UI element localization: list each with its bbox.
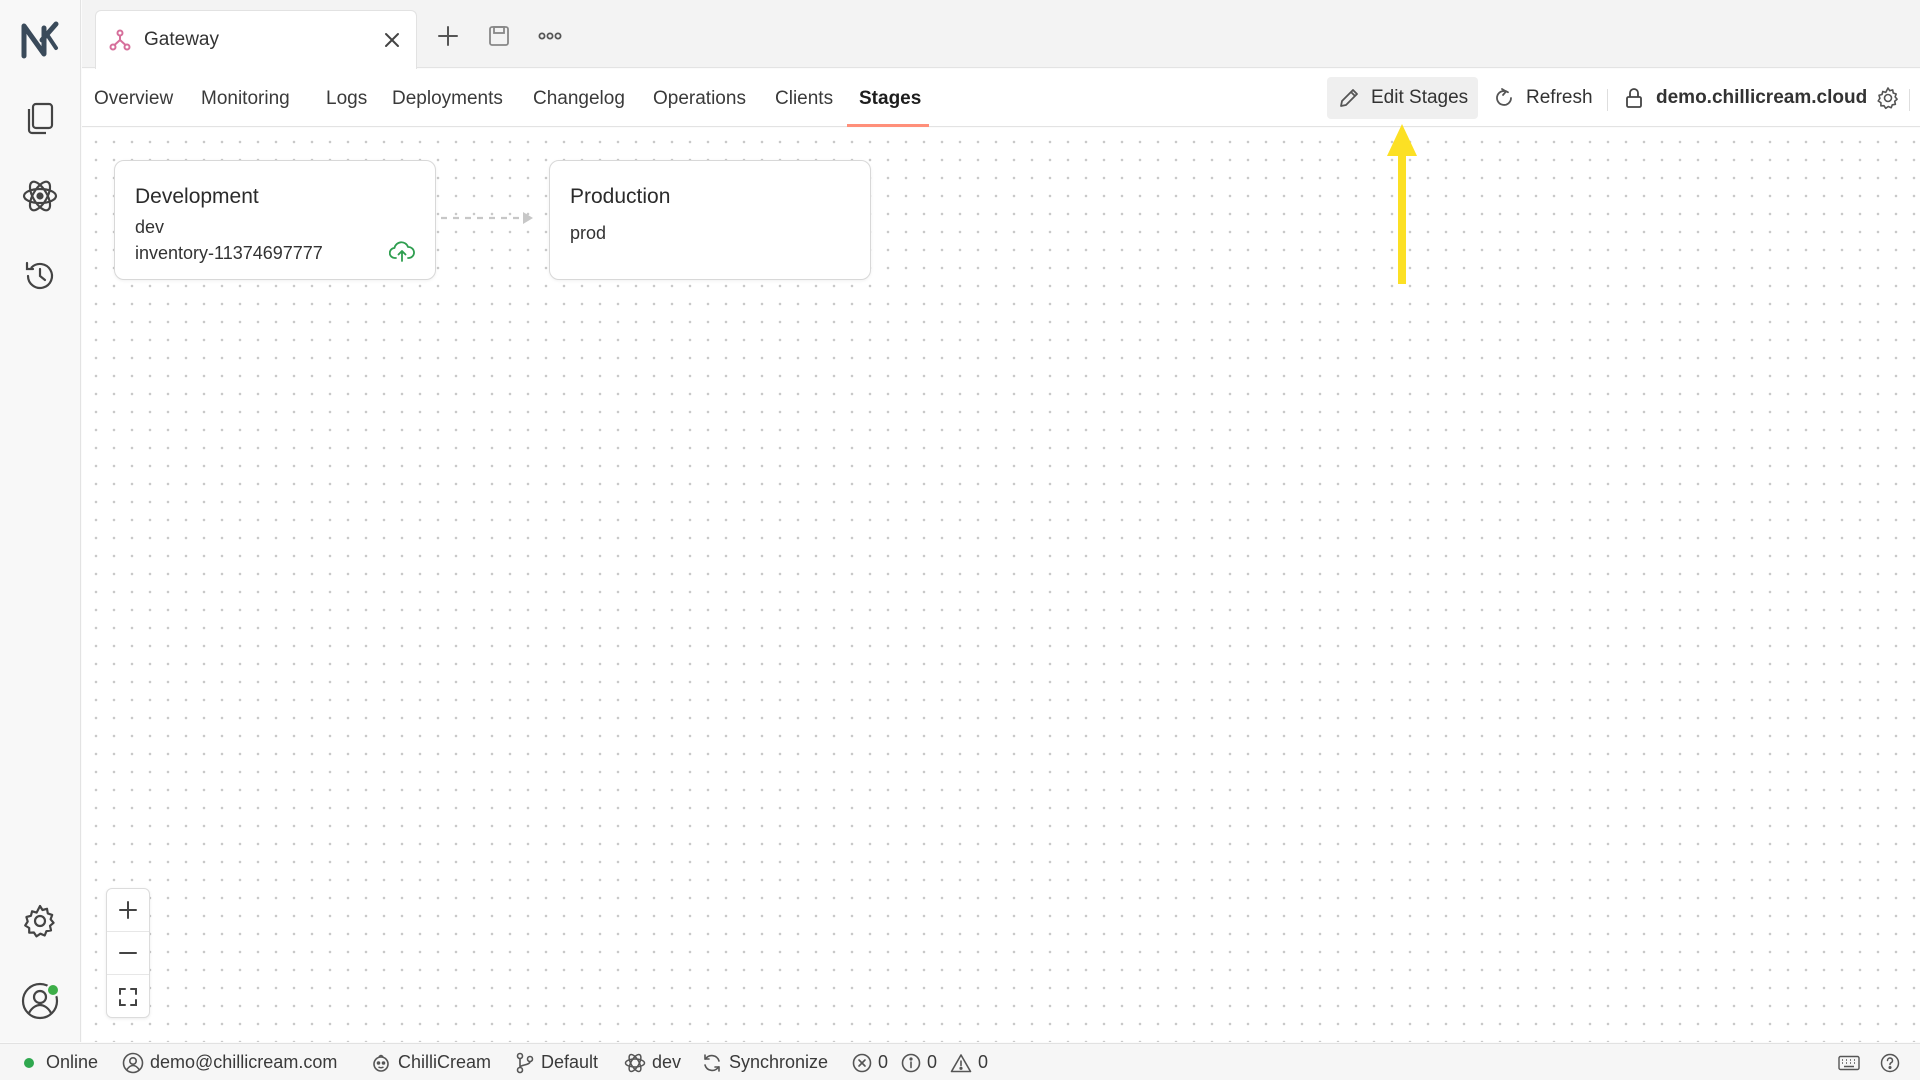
connection-status: Online <box>24 1044 98 1080</box>
tab-changelog[interactable]: Changelog <box>533 69 625 127</box>
user-email: demo@chillicream.com <box>150 1052 338 1072</box>
user-account-icon[interactable] <box>16 977 64 1025</box>
documents-icon[interactable] <box>16 94 64 142</box>
zoom-out-icon[interactable] <box>107 932 149 975</box>
gear-icon <box>1876 86 1910 110</box>
refresh-label: Refresh <box>1526 87 1593 108</box>
edit-stages-label: Edit Stages <box>1371 87 1469 108</box>
settings-button[interactable] <box>1876 77 1910 119</box>
stages-canvas[interactable]: Development dev inventory-11374697777 Pr… <box>82 128 1920 1042</box>
tab-title: Gateway <box>144 29 219 50</box>
tab-operations[interactable]: Operations <box>653 69 746 127</box>
section-nav: Overview Monitoring Logs Deployments Cha… <box>82 69 1920 127</box>
zoom-in-icon[interactable] <box>107 889 149 932</box>
status-errors[interactable]: 0 <box>852 1044 888 1080</box>
stage-title: Development <box>135 185 259 208</box>
tab-overview[interactable]: Overview <box>94 69 173 127</box>
stage-name: dev <box>652 1052 682 1072</box>
separator <box>1607 89 1608 111</box>
zoom-controls <box>106 888 150 1018</box>
annotation-arrow <box>1387 124 1417 284</box>
graph-icon <box>108 28 132 52</box>
online-indicator <box>46 983 60 997</box>
tab-strip: Gateway <box>82 0 1920 69</box>
tab-monitoring[interactable]: Monitoring <box>201 69 290 127</box>
status-stage[interactable]: dev <box>624 1044 681 1080</box>
history-icon[interactable] <box>16 252 64 300</box>
tab-logs[interactable]: Logs <box>326 69 367 127</box>
info-count: 0 <box>927 1052 938 1072</box>
sync-icon <box>701 1052 729 1074</box>
tab-clients[interactable]: Clients <box>775 69 833 127</box>
stage-name: dev <box>135 217 165 237</box>
organization-icon <box>370 1052 398 1074</box>
keyboard-shortcuts-icon[interactable] <box>1838 1044 1866 1080</box>
error-count: 0 <box>878 1052 889 1072</box>
refresh-icon <box>1492 86 1526 110</box>
tab-gateway[interactable]: Gateway <box>95 10 417 69</box>
host-selector[interactable]: demo.chillicream.cloud <box>1622 77 1867 119</box>
status-organization[interactable]: ChilliCream <box>370 1044 491 1080</box>
new-tab-plus-icon[interactable] <box>432 20 464 52</box>
app-logo-icon[interactable] <box>16 16 64 64</box>
status-branch[interactable]: Default <box>515 1044 598 1080</box>
refresh-button[interactable]: Refresh <box>1492 77 1593 119</box>
api-atom-icon[interactable] <box>16 172 64 220</box>
stage-title: Production <box>570 185 671 208</box>
online-status-dot <box>24 1057 34 1068</box>
stage-deployment: inventory-11374697777 <box>135 243 323 263</box>
warning-count: 0 <box>978 1052 989 1072</box>
activity-bar <box>0 0 81 1042</box>
status-bar: Online demo@chillicream.com ChilliCream <box>0 1043 1920 1080</box>
status-user[interactable]: demo@chillicream.com <box>122 1044 337 1080</box>
settings-gear-icon[interactable] <box>16 897 64 945</box>
info-icon <box>901 1053 927 1073</box>
stage-card-production[interactable]: Production prod <box>549 160 871 280</box>
user-icon <box>122 1052 150 1074</box>
stage-card-development[interactable]: Development dev inventory-11374697777 <box>114 160 436 280</box>
more-options-icon[interactable] <box>534 20 566 52</box>
host-label: demo.chillicream.cloud <box>1656 87 1868 108</box>
save-icon[interactable] <box>483 20 515 52</box>
warning-icon <box>950 1053 978 1073</box>
lock-icon <box>1622 86 1656 110</box>
cloud-upload-icon <box>389 241 415 263</box>
connection-label: Online <box>46 1052 99 1072</box>
tab-deployments[interactable]: Deployments <box>392 69 503 127</box>
stage-connector-edge <box>441 212 533 224</box>
close-icon[interactable] <box>380 28 404 52</box>
sync-label: Synchronize <box>729 1052 829 1072</box>
synchronize-button[interactable]: Synchronize <box>701 1044 828 1080</box>
branch-icon <box>515 1052 541 1074</box>
stage-name: prod <box>570 223 607 243</box>
fit-view-icon[interactable] <box>107 975 149 1018</box>
organization-name: ChilliCream <box>398 1052 492 1072</box>
pencil-icon <box>1337 86 1371 110</box>
active-tab-indicator <box>847 124 929 127</box>
status-infos[interactable]: 0 <box>901 1044 937 1080</box>
branch-name: Default <box>541 1052 599 1072</box>
status-warnings[interactable]: 0 <box>950 1044 988 1080</box>
api-atom-icon <box>624 1052 652 1074</box>
edit-stages-button[interactable]: Edit Stages <box>1327 77 1479 119</box>
help-icon[interactable] <box>1880 1044 1906 1080</box>
error-icon <box>852 1053 878 1073</box>
tab-stages[interactable]: Stages <box>859 69 921 127</box>
